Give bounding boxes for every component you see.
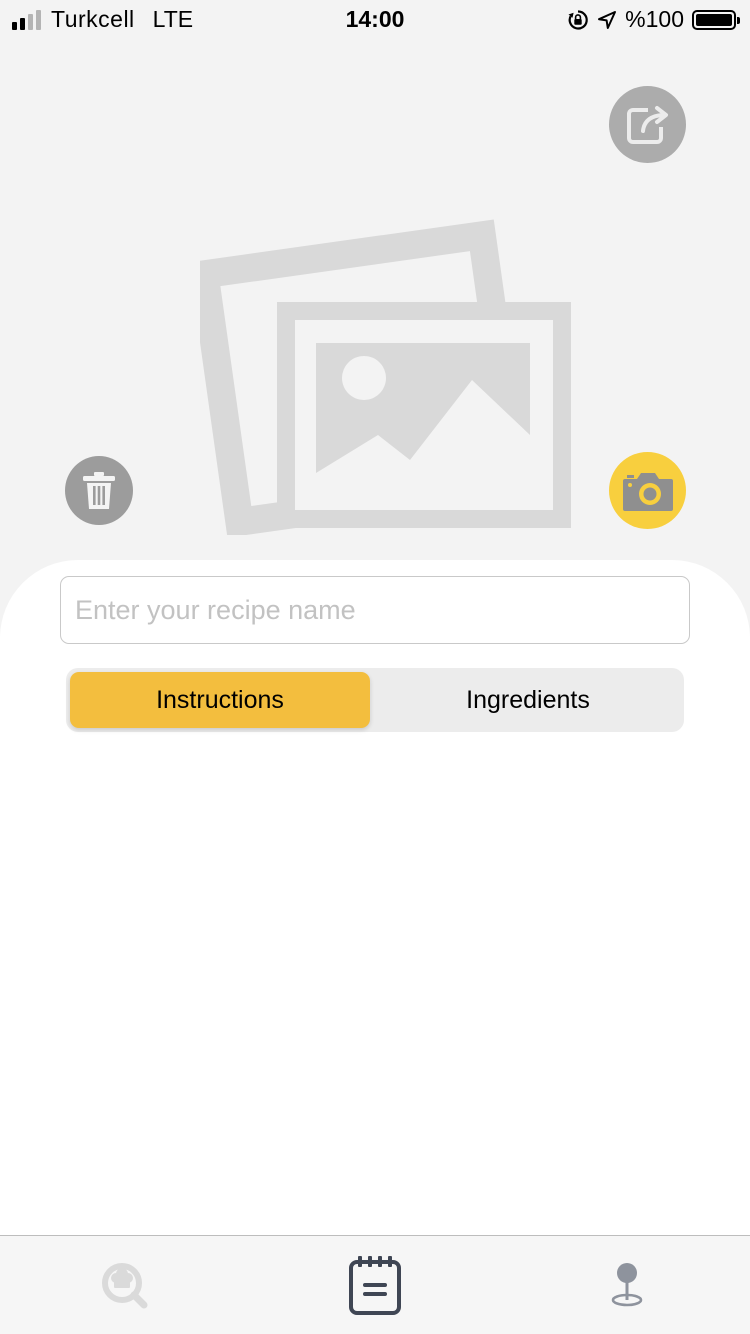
notepad-icon [349, 1256, 401, 1315]
battery-icon [692, 9, 740, 30]
tab-discover[interactable] [60, 1236, 190, 1334]
delete-button[interactable] [65, 456, 133, 525]
share-button[interactable] [609, 86, 686, 163]
share-icon [626, 105, 668, 144]
battery-percent: %100 [625, 6, 684, 32]
status-bar: Turkcell LTE 14:00 %100 [0, 0, 750, 40]
tab-bar [0, 1235, 750, 1334]
tab-map[interactable] [562, 1236, 692, 1334]
chef-search-icon [102, 1263, 148, 1309]
camera-icon [622, 472, 673, 511]
content-sheet [0, 560, 750, 1236]
section-segmented-control: Instructions Ingredients [66, 668, 684, 732]
map-pin-icon [611, 1263, 643, 1307]
location-arrow-icon [598, 10, 617, 29]
ingredients-tab[interactable]: Ingredients [376, 672, 680, 728]
photo-placeholder-icon [200, 219, 571, 535]
orientation-lock-icon [568, 9, 588, 30]
instructions-tab[interactable]: Instructions [70, 672, 370, 728]
camera-button[interactable] [609, 452, 686, 529]
tab-recipes[interactable] [310, 1236, 440, 1334]
status-right: %100 [567, 6, 740, 33]
recipe-name-input[interactable] [60, 576, 690, 644]
instructions-tab-label: Instructions [156, 685, 284, 714]
trash-icon [83, 471, 115, 509]
ingredients-tab-label: Ingredients [466, 685, 590, 714]
